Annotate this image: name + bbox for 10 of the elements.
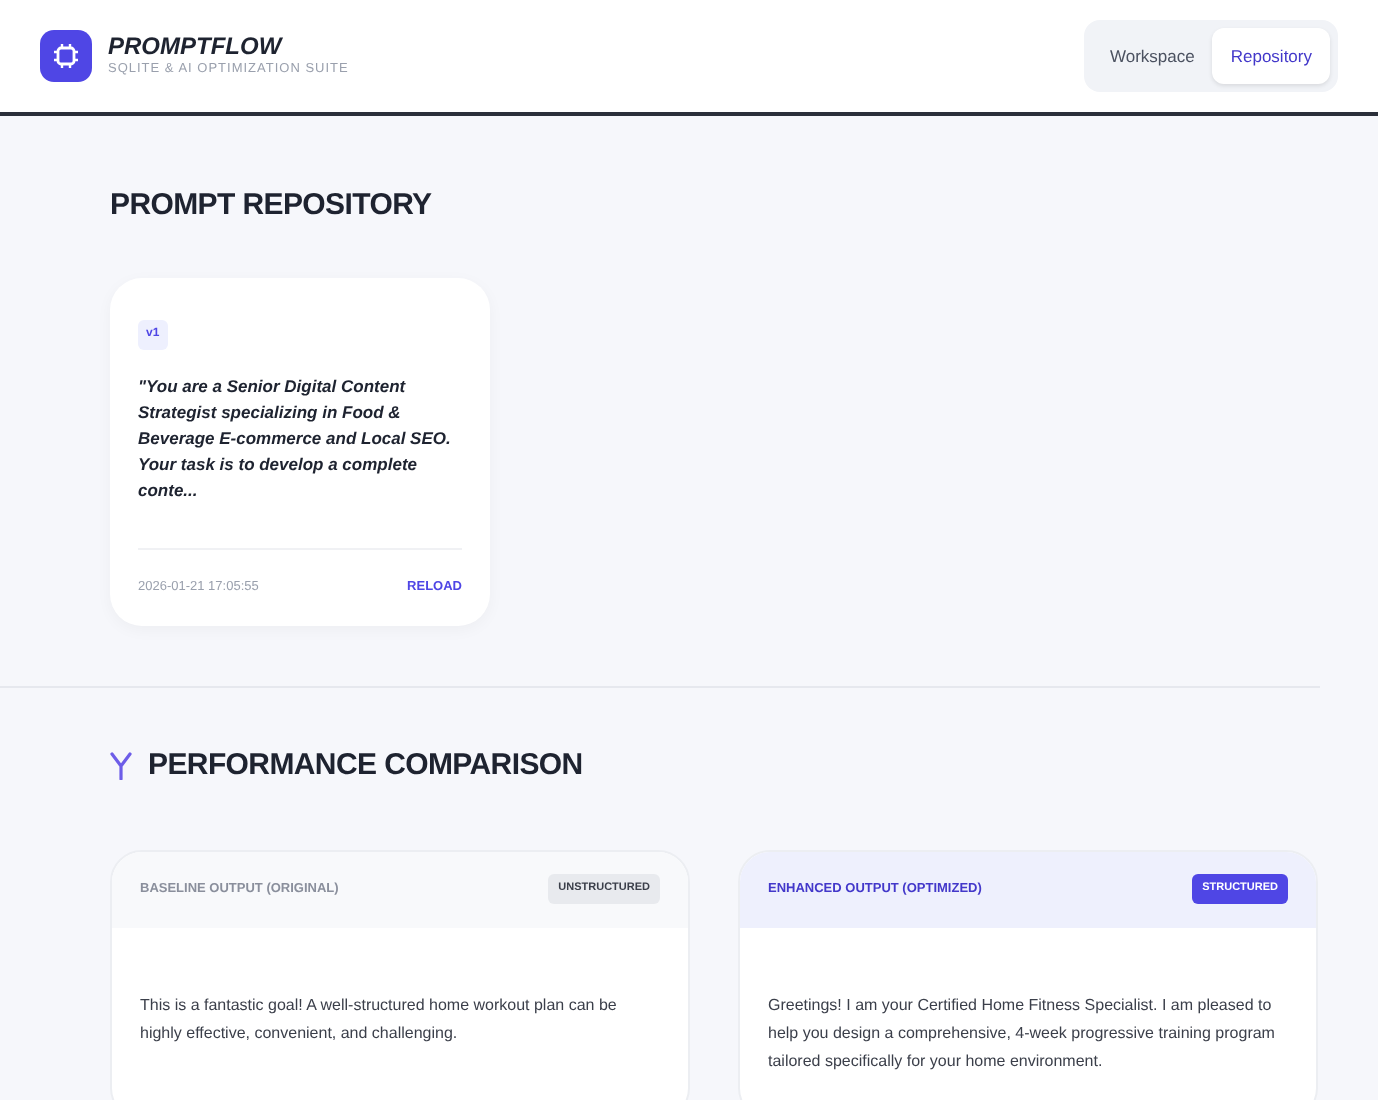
brand-name: PROMPTFLOW [108, 33, 285, 60]
app-logo [40, 30, 92, 82]
output-text: This is a fantastic goal! A well-structured home workout plan can be highly effective, convenient, and challenging. [138, 993, 619, 1046]
output-text: Greetings! I am your Certified Home Fitness Specialist. I am pleased to help you design a comprehensive, 4-week progressive training program tailored specifically for your home environment. [766, 993, 1277, 1075]
section-title: PROMPT REPOSITORY [110, 188, 432, 222]
fork-icon [110, 752, 132, 781]
prompt-text: "You are a Senior Digital Content Strategist specializing in Food & Beverage E-commerce and Local SEO. Your task is to develop a complete conte... [138, 373, 453, 505]
nav-tab[interactable]: Workspace [1092, 27, 1213, 85]
nav-tab[interactable]: Repository [1212, 27, 1330, 85]
section-title: PERFORMANCE COMPARISON [148, 746, 583, 787]
